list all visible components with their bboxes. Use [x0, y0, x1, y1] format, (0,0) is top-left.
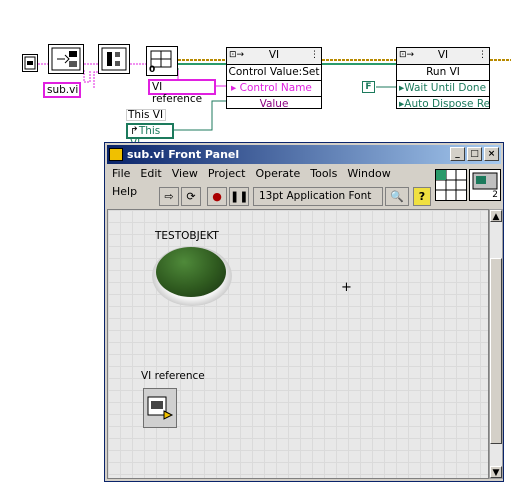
help-icon[interactable]: ?	[413, 187, 431, 206]
abort-icon[interactable]: ●	[207, 187, 227, 206]
reference-terminal-icon: ⊡→	[229, 50, 245, 60]
scroll-down-icon[interactable]: ▼	[490, 466, 502, 478]
minimize-button[interactable]: _	[450, 147, 465, 161]
reference-terminal-icon: ⊡→	[399, 50, 415, 60]
vi-reference-control[interactable]	[143, 388, 177, 428]
invoke-node-header: ⊡→ VI ⋮	[227, 48, 321, 64]
menu-edit[interactable]: Edit	[135, 165, 166, 183]
menu-window[interactable]: Window	[342, 165, 395, 183]
invoke-node-header: ⊡→ VI ⋮	[397, 48, 489, 64]
front-panel-window: sub.vi Front Panel _ □ × File Edit View Pro…	[104, 142, 504, 482]
toolbar: ⇨ ⟳ ● ❚❚ 13pt Application Font 🔍 ?	[107, 187, 433, 209]
vi-reference-label: VI reference	[141, 370, 205, 382]
open-vi-reference-node[interactable]	[48, 44, 84, 74]
invoke-node-run-vi[interactable]: ⊡→ VI ⋮ Run VI ▸Wait Until Done ▸Auto Di…	[396, 47, 490, 112]
labview-icon	[109, 148, 123, 161]
param-value[interactable]: Value	[227, 96, 321, 112]
run-continuously-icon[interactable]: ⟳	[181, 187, 201, 206]
vi-icon[interactable]: 2	[469, 169, 501, 201]
run-arrow-icon[interactable]: ⇨	[159, 187, 179, 206]
led-label: TESTOBJEKT	[155, 230, 219, 242]
param-auto-dispose-ref[interactable]: ▸Auto Dispose Ref	[397, 96, 489, 112]
this-vi-header: This VI	[126, 109, 166, 121]
search-icon[interactable]: 🔍	[385, 187, 409, 206]
sub-vi-label[interactable]: sub.vi	[43, 82, 81, 98]
connector-pane-icon[interactable]	[435, 169, 467, 201]
invoke-node-control-value-set[interactable]: ⊡→ VI ⋮ Control Value:Set ▸ Control Name…	[226, 47, 322, 112]
maximize-button[interactable]: □	[467, 147, 482, 161]
pause-icon[interactable]: ❚❚	[229, 187, 249, 206]
font-selector[interactable]: 13pt Application Font	[253, 187, 383, 206]
menu-file[interactable]: File	[107, 165, 135, 183]
param-wait-until-done[interactable]: ▸Wait Until Done	[397, 80, 489, 96]
menu-tools[interactable]: Tools	[305, 165, 342, 183]
this-vi-arrow-icon: ↱	[130, 125, 139, 137]
close-button[interactable]: ×	[484, 147, 499, 161]
error-terminal-icon: ⋮	[310, 50, 319, 60]
invoke-method-name[interactable]: Control Value:Set	[227, 64, 321, 80]
scroll-up-icon[interactable]: ▲	[490, 210, 502, 222]
zero-constant: 0	[149, 65, 156, 75]
path-constant-icon[interactable]	[22, 54, 38, 72]
scroll-thumb[interactable]	[490, 258, 502, 444]
param-control-name[interactable]: ▸ Control Name	[227, 80, 321, 96]
this-vi-constant[interactable]: ↱This VI	[126, 123, 174, 149]
vertical-scrollbar[interactable]: ▲ ▼	[489, 209, 503, 479]
menu-view[interactable]: View	[167, 165, 203, 183]
vi-reference-constant[interactable]: VI reference	[148, 79, 216, 105]
invoke-method-name[interactable]: Run VI	[397, 64, 489, 80]
testobjekt-led[interactable]	[156, 247, 226, 297]
crosshair-cursor-icon: +	[341, 280, 352, 295]
window-titlebar[interactable]: sub.vi Front Panel _ □ ×	[107, 145, 501, 164]
error-terminal-icon: ⋮	[478, 50, 487, 60]
front-panel-canvas[interactable]: TESTOBJEKT + VI reference	[107, 209, 489, 479]
window-title: sub.vi Front Panel	[127, 148, 240, 161]
icon-pane-number: 2	[492, 190, 498, 200]
vi-server-node[interactable]	[98, 44, 130, 74]
menu-operate[interactable]: Operate	[250, 165, 305, 183]
reference-grid-node[interactable]: 0	[146, 46, 178, 76]
menu-project[interactable]: Project	[203, 165, 251, 183]
menu-bar: File Edit View Project Operate Tools WindowHel…	[107, 165, 427, 198]
false-constant[interactable]: F	[362, 81, 375, 93]
